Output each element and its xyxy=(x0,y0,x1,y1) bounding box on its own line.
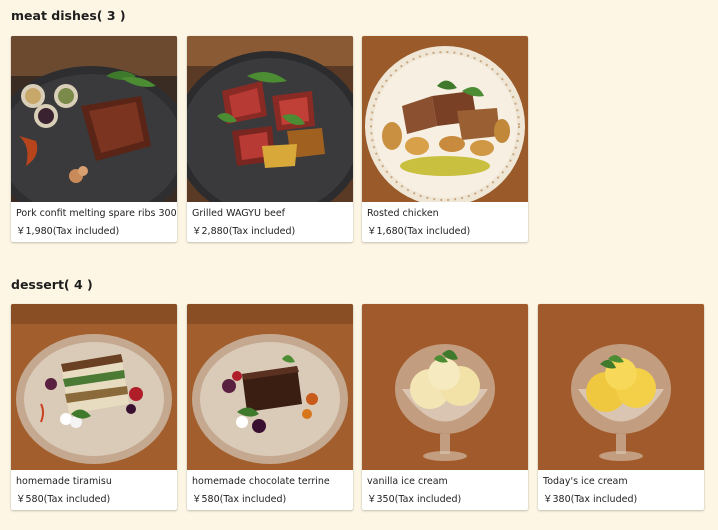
dish-photo-pork-spare-ribs xyxy=(11,36,177,202)
dish-photo-rosted-chicken xyxy=(362,36,528,202)
dish-name: Pork confit melting spare ribs 300g xyxy=(16,208,177,219)
dish-photo-homemade-chocolate-terrine xyxy=(187,304,353,470)
dish-price: ￥1,680(Tax included) xyxy=(367,226,471,237)
dish-photo-todays-ice-cream xyxy=(538,304,704,470)
section-title-dessert: dessert( 4 ) xyxy=(11,277,93,292)
dish-photo-vanilla-ice-cream xyxy=(362,304,528,470)
dish-photo-homemade-tiramisu xyxy=(11,304,177,470)
menu-card-grilled-wagyu[interactable]: Grilled WAGYU beef ￥2,880(Tax included) xyxy=(187,36,353,242)
dish-photo-grilled-wagyu xyxy=(187,36,353,202)
dish-name: homemade tiramisu xyxy=(16,476,112,487)
dish-price: ￥580(Tax included) xyxy=(192,494,287,505)
menu-card-todays-ice-cream[interactable]: Today's ice cream ￥380(Tax included) xyxy=(538,304,704,510)
menu-card-homemade-chocolate-terrine[interactable]: homemade chocolate terrine ￥580(Tax incl… xyxy=(187,304,353,510)
dish-name: Grilled WAGYU beef xyxy=(192,208,286,219)
dish-name: Rosted chicken xyxy=(367,208,439,219)
menu-card-pork-spare-ribs[interactable]: Pork confit melting spare ribs 300g ￥1,9… xyxy=(11,36,177,242)
menu-card-homemade-tiramisu[interactable]: homemade tiramisu ￥580(Tax included) xyxy=(11,304,177,510)
dish-price: ￥1,980(Tax included) xyxy=(16,226,120,237)
dish-price: ￥350(Tax included) xyxy=(367,494,462,505)
section-title-meat-dishes: meat dishes( 3 ) xyxy=(11,8,126,23)
dish-name: vanilla ice cream xyxy=(367,476,448,487)
menu-card-vanilla-ice-cream[interactable]: vanilla ice cream ￥350(Tax included) xyxy=(362,304,528,510)
dish-price: ￥380(Tax included) xyxy=(543,494,638,505)
dish-name: Today's ice cream xyxy=(543,476,628,487)
dish-price: ￥580(Tax included) xyxy=(16,494,111,505)
dish-price: ￥2,880(Tax included) xyxy=(192,226,296,237)
dish-name: homemade chocolate terrine xyxy=(192,476,330,487)
menu-card-rosted-chicken[interactable]: Rosted chicken ￥1,680(Tax included) xyxy=(362,36,528,242)
